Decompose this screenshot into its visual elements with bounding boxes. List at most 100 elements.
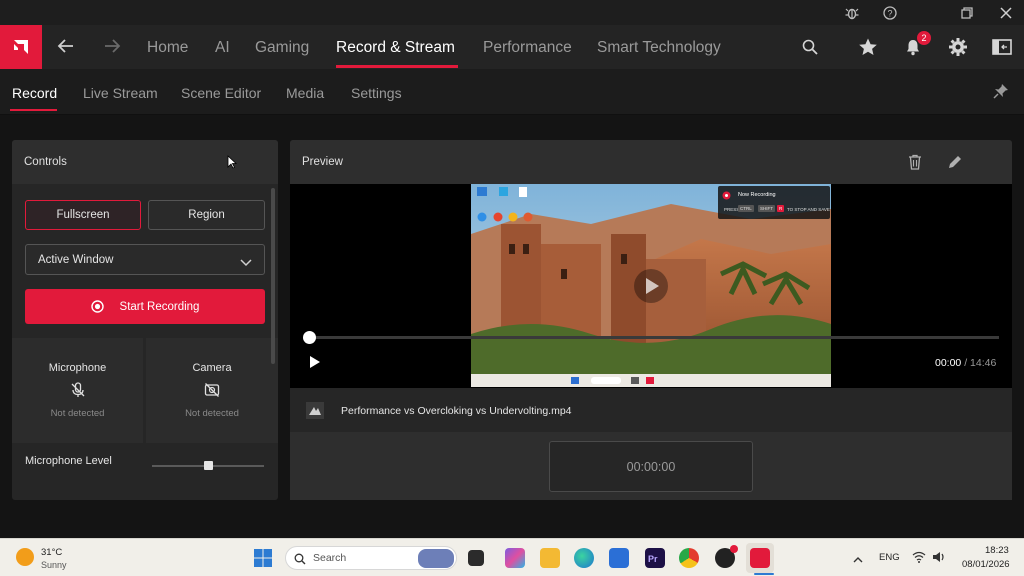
nav-smart-technology[interactable]: Smart Technology [597, 39, 721, 57]
time-separator: / [964, 357, 968, 369]
record-icon [90, 300, 104, 313]
favorites-star-icon[interactable] [856, 35, 880, 59]
capture-target-value: Active Window [38, 254, 114, 266]
nav-ai[interactable]: AI [215, 39, 230, 57]
start-recording-label: Start Recording [119, 300, 200, 313]
microsoft-store-icon[interactable] [609, 548, 629, 568]
clock-time[interactable]: 18:23 [985, 545, 1009, 556]
language-indicator[interactable]: ENG [879, 552, 900, 563]
edit-pencil-icon[interactable] [947, 154, 963, 175]
nav-gaming[interactable]: Gaming [255, 39, 309, 57]
overlay-stop-text: TO STOP AND SAVE [787, 207, 830, 212]
microphone-muted-icon [70, 382, 86, 398]
active-app-indicator [754, 573, 774, 575]
main-navigation: Home AI Gaming Record & Stream Performan… [0, 25, 1024, 69]
back-arrow-icon[interactable] [57, 37, 75, 60]
microsoft-365-icon[interactable] [505, 548, 525, 568]
delete-trash-icon[interactable] [908, 154, 922, 175]
weather-condition: Sunny [41, 560, 67, 570]
microphone-level-slider[interactable] [152, 461, 264, 470]
media-thumbnail [306, 402, 324, 419]
preview-title: Preview [302, 156, 343, 168]
controls-scrollbar[interactable] [271, 188, 275, 364]
start-recording-button[interactable]: Start Recording [25, 289, 265, 324]
media-filename: Performance vs Overcloking vs Undervolti… [341, 405, 572, 417]
amd-logo[interactable] [0, 25, 42, 69]
nav-home[interactable]: Home [147, 39, 188, 57]
taskbar-search-icon [294, 553, 306, 565]
region-button[interactable]: Region [148, 200, 265, 230]
total-time: 14:46 [970, 357, 997, 369]
close-icon[interactable] [997, 4, 1015, 22]
tab-scene-editor[interactable]: Scene Editor [181, 85, 261, 101]
controls-panel: Controls Fullscreen Region Active Window… [12, 140, 278, 500]
amd-software-icon[interactable] [750, 548, 770, 568]
fullscreen-button[interactable]: Fullscreen [25, 200, 141, 230]
sidebar-toggle-icon[interactable] [990, 35, 1014, 59]
windows-start-icon[interactable] [253, 548, 273, 573]
windows-taskbar: 31°C Sunny Search Pr ENG 18:23 08/01/202… [0, 538, 1024, 576]
help-icon[interactable]: ? [881, 4, 899, 22]
taskbar-search-box[interactable]: Search [285, 546, 457, 570]
tab-media[interactable]: Media [286, 85, 324, 101]
obs-notification-dot [730, 545, 738, 553]
overlay-key-ctrl: CTRL [738, 205, 754, 212]
edge-browser-icon[interactable] [574, 548, 594, 568]
current-time: 00:00 [935, 357, 962, 369]
volume-icon[interactable] [932, 550, 946, 568]
mouse-cursor-icon [227, 155, 238, 174]
obs-studio-icon[interactable] [715, 545, 738, 568]
overlay-key-shift: SHIFT [758, 205, 775, 212]
nav-active-indicator [336, 65, 458, 68]
recording-overlay: Now Recording PRESS CTRL SHIFT R TO STOP… [718, 186, 830, 219]
settings-gear-icon[interactable] [946, 35, 970, 59]
controls-header: Controls [12, 140, 278, 184]
microphone-card[interactable]: Microphone Not detected [12, 338, 143, 443]
search-icon[interactable] [798, 35, 822, 59]
tab-live-stream[interactable]: Live Stream [83, 85, 158, 101]
tab-settings[interactable]: Settings [351, 85, 402, 101]
tab-record[interactable]: Record [12, 85, 57, 101]
wifi-icon[interactable] [912, 550, 926, 568]
taskbar-search-placeholder: Search [313, 552, 347, 564]
notifications-bell-icon[interactable]: 2 [901, 31, 931, 59]
video-player[interactable]: Now Recording PRESS CTRL SHIFT R TO STOP… [290, 184, 1012, 388]
microphone-level-label: Microphone Level [25, 455, 112, 467]
forward-arrow-icon[interactable] [103, 37, 121, 60]
clip-timecode[interactable]: 00:00:00 [549, 441, 753, 492]
camera-card[interactable]: Camera Not detected [146, 338, 278, 443]
premiere-pro-icon[interactable]: Pr [645, 548, 665, 568]
fullscreen-label: Fullscreen [56, 209, 110, 221]
microphone-level-thumb[interactable] [204, 461, 213, 470]
chevron-up-icon[interactable] [853, 551, 863, 569]
bug-report-icon[interactable] [843, 4, 861, 22]
video-frame: Now Recording PRESS CTRL SHIFT R TO STOP… [471, 184, 831, 387]
weather-sun-icon[interactable] [16, 548, 34, 566]
play-icon[interactable] [309, 355, 321, 374]
region-label: Region [188, 209, 225, 221]
controls-title: Controls [24, 156, 67, 168]
microphone-title: Microphone [48, 362, 107, 374]
svg-text:Pr: Pr [648, 554, 658, 563]
pin-icon[interactable] [993, 83, 1009, 104]
clock-date[interactable]: 08/01/2026 [962, 559, 1010, 570]
nav-performance[interactable]: Performance [483, 39, 572, 57]
capture-target-select[interactable]: Active Window [25, 244, 265, 275]
search-highlight-image [418, 549, 454, 568]
task-view-icon[interactable] [468, 550, 484, 566]
seek-thumb[interactable] [303, 331, 316, 344]
chrome-icon[interactable] [679, 548, 699, 568]
nav-record-and-stream[interactable]: Record & Stream [336, 39, 455, 57]
overlay-key-r: R [777, 205, 785, 212]
title-bar: ? [0, 0, 1024, 25]
sub-navigation: Record Live Stream Scene Editor Media Se… [0, 69, 1024, 115]
playback-time: 00:00 / 14:46 [935, 357, 996, 369]
restore-window-icon[interactable] [958, 4, 976, 22]
seek-bar[interactable] [303, 331, 999, 344]
microphone-status: Not detected [50, 408, 105, 419]
camera-status: Not detected [185, 408, 239, 419]
weather-temperature: 31°C [41, 547, 63, 558]
camera-title: Camera [192, 362, 232, 374]
tab-active-indicator [10, 109, 57, 111]
file-explorer-icon[interactable] [540, 548, 560, 568]
